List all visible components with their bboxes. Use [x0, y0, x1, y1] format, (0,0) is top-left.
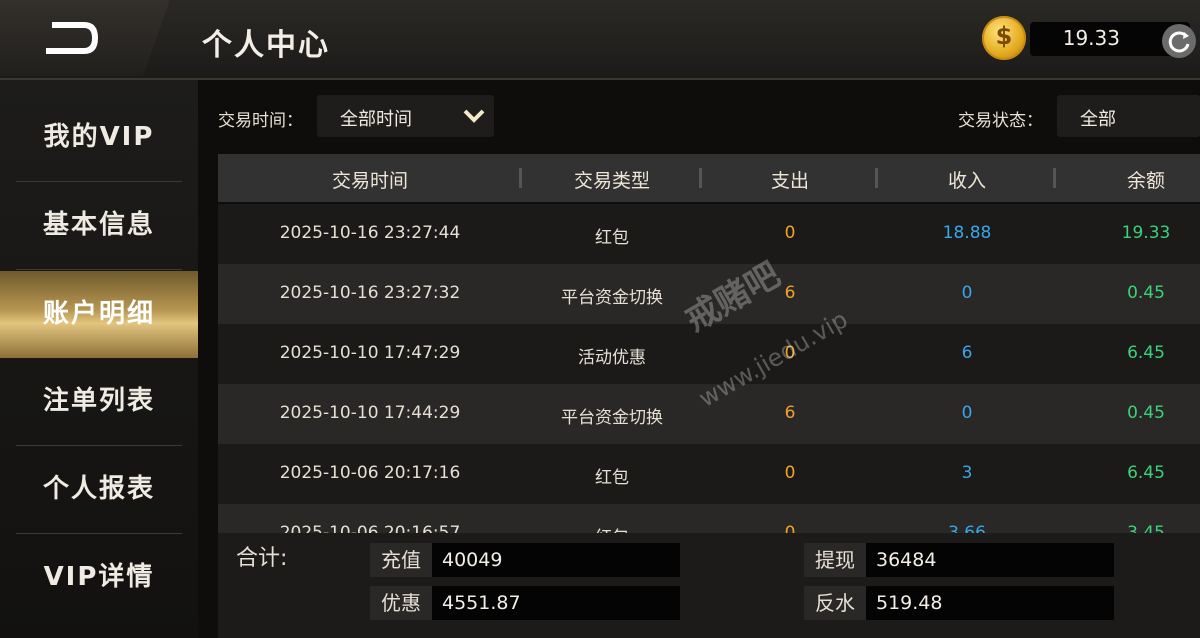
- row-time: 2025-10-06 20:16:57: [279, 523, 461, 533]
- column-header-out: 支出: [770, 170, 809, 192]
- row-balance: 6.45: [1127, 343, 1165, 363]
- row-time: 2025-10-16 23:27:44: [279, 223, 461, 243]
- table-row: 2025-10-16 23:27:44 红包 0 18.88 19.33: [218, 204, 1200, 264]
- row-type: 活动优惠: [578, 348, 646, 368]
- deposit-value: 40049: [432, 543, 680, 577]
- discount-label: 优惠: [370, 586, 432, 620]
- sidebar-item-personal-report[interactable]: 个人报表: [0, 446, 198, 533]
- row-in: 6: [961, 343, 973, 363]
- status-filter-value: 全部: [1080, 109, 1116, 130]
- balance-value: 19.33: [1062, 26, 1120, 50]
- totals-label: 合计:: [236, 546, 288, 571]
- column-header-balance: 余额: [1126, 170, 1165, 192]
- column-header-in: 收入: [947, 170, 986, 192]
- discount-value: 4551.87: [432, 586, 680, 620]
- refresh-icon: [1168, 31, 1190, 53]
- row-out: 0: [784, 523, 796, 533]
- row-balance: 3.45: [1127, 523, 1165, 533]
- row-balance: 0.45: [1127, 403, 1165, 423]
- table-row: 2025-10-06 20:16:57 红包 0 3.66 3.45: [218, 504, 1200, 533]
- row-type: 红包: [595, 468, 629, 488]
- row-in: 0: [961, 283, 973, 303]
- row-time: 2025-10-10 17:44:29: [279, 403, 461, 423]
- rebate-label: 反水: [804, 586, 866, 620]
- column-header-type: 交易类型: [573, 170, 650, 192]
- sidebar-item-my-vip[interactable]: 我的VIP: [0, 94, 198, 181]
- row-in: 3.66: [948, 523, 986, 533]
- status-filter-label: 交易状态：: [958, 111, 1043, 131]
- row-type: 红包: [522, 523, 702, 533]
- row-out: 0: [784, 223, 796, 243]
- column-header-time: 交易时间: [331, 170, 408, 192]
- divider: [16, 269, 182, 270]
- row-type: 平台资金切换: [561, 408, 663, 428]
- back-button-area: [0, 0, 170, 76]
- withdraw-value: 36484: [866, 543, 1114, 577]
- status-filter-select[interactable]: [1057, 95, 1200, 137]
- sidebar-item-bet-list[interactable]: 注单列表: [0, 358, 198, 445]
- deposit-label: 充值: [370, 543, 432, 577]
- row-out: 6: [784, 403, 796, 423]
- table-row: 2025-10-06 20:17:16 红包 0 3 6.45: [218, 444, 1200, 504]
- row-in: 3: [961, 463, 973, 483]
- time-filter-label: 交易时间：: [218, 111, 303, 131]
- table-header: 交易时间 交易类型 支出 收入 余额: [218, 154, 1200, 202]
- row-time: 2025-10-16 23:27:32: [279, 283, 461, 303]
- row-time: 2025-10-10 17:47:29: [279, 343, 461, 363]
- sidebar: 我的VIP 基本信息 账户明细 注单列表 个人报表 VIP详情: [0, 80, 198, 638]
- row-in: 18.88: [942, 223, 992, 243]
- row-balance: 0.45: [1127, 283, 1165, 303]
- row-balance: 19.33: [1121, 223, 1171, 243]
- row-out: 0: [784, 463, 796, 483]
- coin-icon: $: [982, 16, 1026, 60]
- chevron-down-icon: [463, 109, 485, 123]
- page-title: 个人中心: [202, 28, 330, 63]
- sidebar-item-account-details[interactable]: 账户明细: [0, 271, 198, 358]
- row-balance: 6.45: [1127, 463, 1165, 483]
- row-time: 2025-10-06 20:17:16: [279, 463, 461, 483]
- sidebar-item-basic-info[interactable]: 基本信息: [0, 182, 198, 269]
- row-type: 平台资金切换: [561, 288, 663, 308]
- top-header: 个人中心 $ 19.33: [0, 0, 1200, 80]
- withdraw-label: 提现: [804, 543, 866, 577]
- time-filter-value: 全部时间: [340, 109, 412, 130]
- back-icon[interactable]: [40, 14, 104, 62]
- sidebar-item-vip-details[interactable]: VIP详情: [0, 534, 198, 621]
- refresh-button[interactable]: [1162, 24, 1196, 58]
- row-type: 红包: [595, 228, 629, 248]
- row-in: 0: [961, 403, 973, 423]
- rebate-value: 519.48: [866, 586, 1114, 620]
